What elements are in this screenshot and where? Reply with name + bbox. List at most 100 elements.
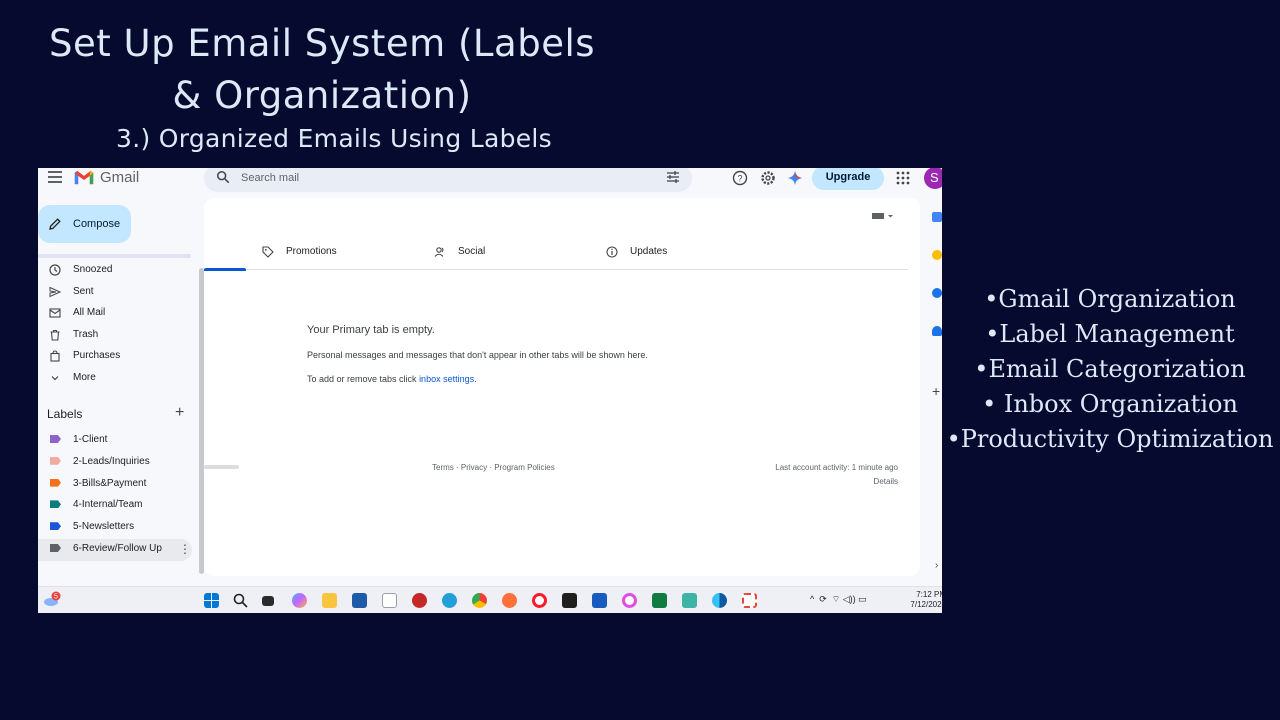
settings-gear-icon[interactable] xyxy=(760,170,776,186)
label-name: 6-Review/Follow Up xyxy=(73,542,162,554)
empty-state-description: Personal messages and messages that don'… xyxy=(307,350,648,360)
sidebar-item-sent[interactable]: Sent xyxy=(38,282,198,304)
label-tag-icon xyxy=(50,456,61,465)
tab-updates[interactable]: Updates xyxy=(606,244,746,264)
bullet-item: •Email Categorization xyxy=(974,355,1246,383)
label-name: 2-Leads/Inquiries xyxy=(73,455,150,467)
system-tray-icons[interactable]: ^ ⟳ ⌔ ◁)) ▭ xyxy=(810,594,867,605)
app-pink-icon[interactable] xyxy=(622,593,637,608)
search-input[interactable] xyxy=(241,172,621,184)
contacts-icon[interactable] xyxy=(932,326,942,336)
app-red-icon[interactable] xyxy=(412,593,427,608)
upgrade-button[interactable]: Upgrade xyxy=(812,168,884,190)
storage-bar xyxy=(204,465,239,469)
label-item-client[interactable]: 1-Client xyxy=(38,430,198,452)
windows-taskbar: 5 ^ ⟳ ⌔ ◁)) ▭ 7:12 PM 7/12/2026 xyxy=(38,586,942,613)
inbox-settings-link[interactable]: inbox settings xyxy=(419,374,474,384)
gmail-topbar: Gmail ? xyxy=(38,168,942,192)
chrome-icon[interactable] xyxy=(472,593,487,608)
sidebar-item-more[interactable]: More xyxy=(38,368,198,390)
main-menu-icon[interactable] xyxy=(48,171,62,183)
sidebar-item-trash[interactable]: Trash xyxy=(38,325,198,347)
calendar-icon[interactable] xyxy=(932,212,942,222)
primary-tab-indicator xyxy=(204,268,246,271)
excel-icon[interactable] xyxy=(652,593,667,608)
search-icon[interactable] xyxy=(216,170,230,184)
file-explorer-icon[interactable] xyxy=(322,593,337,608)
google-apps-icon[interactable] xyxy=(895,170,911,186)
gmail-logo-icon[interactable] xyxy=(74,169,94,186)
add-addon-icon[interactable]: + xyxy=(932,383,940,399)
inbox-panel: Promotions Social Updates Your Primary t… xyxy=(204,198,920,576)
duckduckgo-icon[interactable] xyxy=(502,593,517,608)
label-item-review[interactable]: 6-Review/Follow Up ⋮ xyxy=(38,538,192,561)
tab-label: Social xyxy=(458,246,486,257)
opera-icon[interactable] xyxy=(532,593,547,608)
search-bar[interactable] xyxy=(204,168,692,192)
taskbar-clock[interactable]: 7:12 PM 7/12/2026 xyxy=(906,590,942,610)
word-icon[interactable] xyxy=(592,593,607,608)
bullet-item: •Label Management xyxy=(985,320,1235,348)
edge-icon[interactable] xyxy=(712,593,727,608)
nav-selection-edge xyxy=(38,254,191,258)
settings-hint-text: To add or remove tabs click xyxy=(307,374,420,384)
pencil-icon xyxy=(49,218,61,230)
task-view-icon[interactable] xyxy=(262,596,274,606)
slide-title: Set Up Email System (Labels & Organizati… xyxy=(48,22,596,117)
keep-icon[interactable] xyxy=(932,250,942,260)
notes-icon[interactable] xyxy=(682,593,697,608)
trash-icon xyxy=(50,329,60,341)
label-item-bills[interactable]: 3-Bills&Payment xyxy=(38,474,198,496)
labels-heading: Labels xyxy=(47,407,83,421)
sidebar-item-all-mail[interactable]: All Mail xyxy=(38,303,198,325)
label-tag-icon xyxy=(50,478,61,487)
split-pane-toggle-icon[interactable] xyxy=(872,212,894,220)
notepad-icon[interactable] xyxy=(382,593,397,608)
create-label-plus-icon[interactable]: + xyxy=(175,404,184,422)
gmail-screenshot: Gmail ? xyxy=(38,168,942,613)
footer-links[interactable]: Terms · Privacy · Program Policies xyxy=(432,463,555,472)
tasks-icon[interactable] xyxy=(932,288,942,298)
tab-promotions[interactable]: Promotions xyxy=(262,244,402,264)
search-options-icon[interactable] xyxy=(666,171,680,183)
info-icon xyxy=(606,246,618,258)
label-item-internal[interactable]: 4-Internal/Team xyxy=(38,495,198,517)
sidebar-item-label: Snoozed xyxy=(73,264,113,275)
weather-icon[interactable]: 5 xyxy=(43,591,61,607)
label-name: 3-Bills&Payment xyxy=(73,477,147,489)
chevron-down-icon xyxy=(51,376,59,381)
label-item-leads[interactable]: 2-Leads/Inquiries xyxy=(38,452,198,474)
app-dark-icon[interactable] xyxy=(562,593,577,608)
details-link[interactable]: Details xyxy=(874,477,898,486)
sidebar-item-purchases[interactable]: Purchases xyxy=(38,346,198,368)
bullet-list: •Gmail Organization •Label Management •E… xyxy=(944,282,1276,457)
chevron-right-icon[interactable]: › xyxy=(935,560,938,571)
microsoft-store-icon[interactable] xyxy=(352,593,367,608)
windows-start-icon[interactable] xyxy=(204,593,219,608)
clock-icon xyxy=(49,264,61,276)
gemini-sparkle-icon[interactable] xyxy=(787,170,803,186)
sidebar-item-snoozed[interactable]: Snoozed xyxy=(38,260,198,282)
taskbar-search-icon[interactable] xyxy=(233,593,248,608)
compose-button[interactable]: Compose xyxy=(38,205,131,243)
empty-state-settings-hint: To add or remove tabs click inbox settin… xyxy=(307,374,477,384)
sidebar-item-label: Trash xyxy=(73,328,99,340)
tab-social[interactable]: Social xyxy=(434,244,574,264)
send-icon xyxy=(49,286,61,297)
copilot-icon[interactable] xyxy=(292,593,307,608)
account-avatar[interactable]: S xyxy=(924,168,942,189)
telegram-icon[interactable] xyxy=(442,593,457,608)
clock-date: 7/12/2026 xyxy=(910,600,942,609)
label-name: 5-Newsletters xyxy=(73,521,135,533)
label-list: 1-Client 2-Leads/Inquiries 3-Bills&Payme… xyxy=(38,430,198,561)
snipping-tool-icon[interactable] xyxy=(742,593,757,608)
app-name: Gmail xyxy=(100,169,140,186)
shopping-bag-icon xyxy=(50,350,60,362)
help-icon[interactable]: ? xyxy=(732,170,748,186)
slide-subtitle: 3.) Organized Emails Using Labels xyxy=(116,124,552,153)
more-options-icon[interactable]: ⋮ xyxy=(179,542,191,556)
empty-state-title: Your Primary tab is empty. xyxy=(307,324,435,336)
sidebar-item-label: All Mail xyxy=(73,307,106,319)
bullet-item: •Productivity Optimization xyxy=(946,425,1274,453)
label-item-newsletters[interactable]: 5-Newsletters xyxy=(38,517,198,539)
